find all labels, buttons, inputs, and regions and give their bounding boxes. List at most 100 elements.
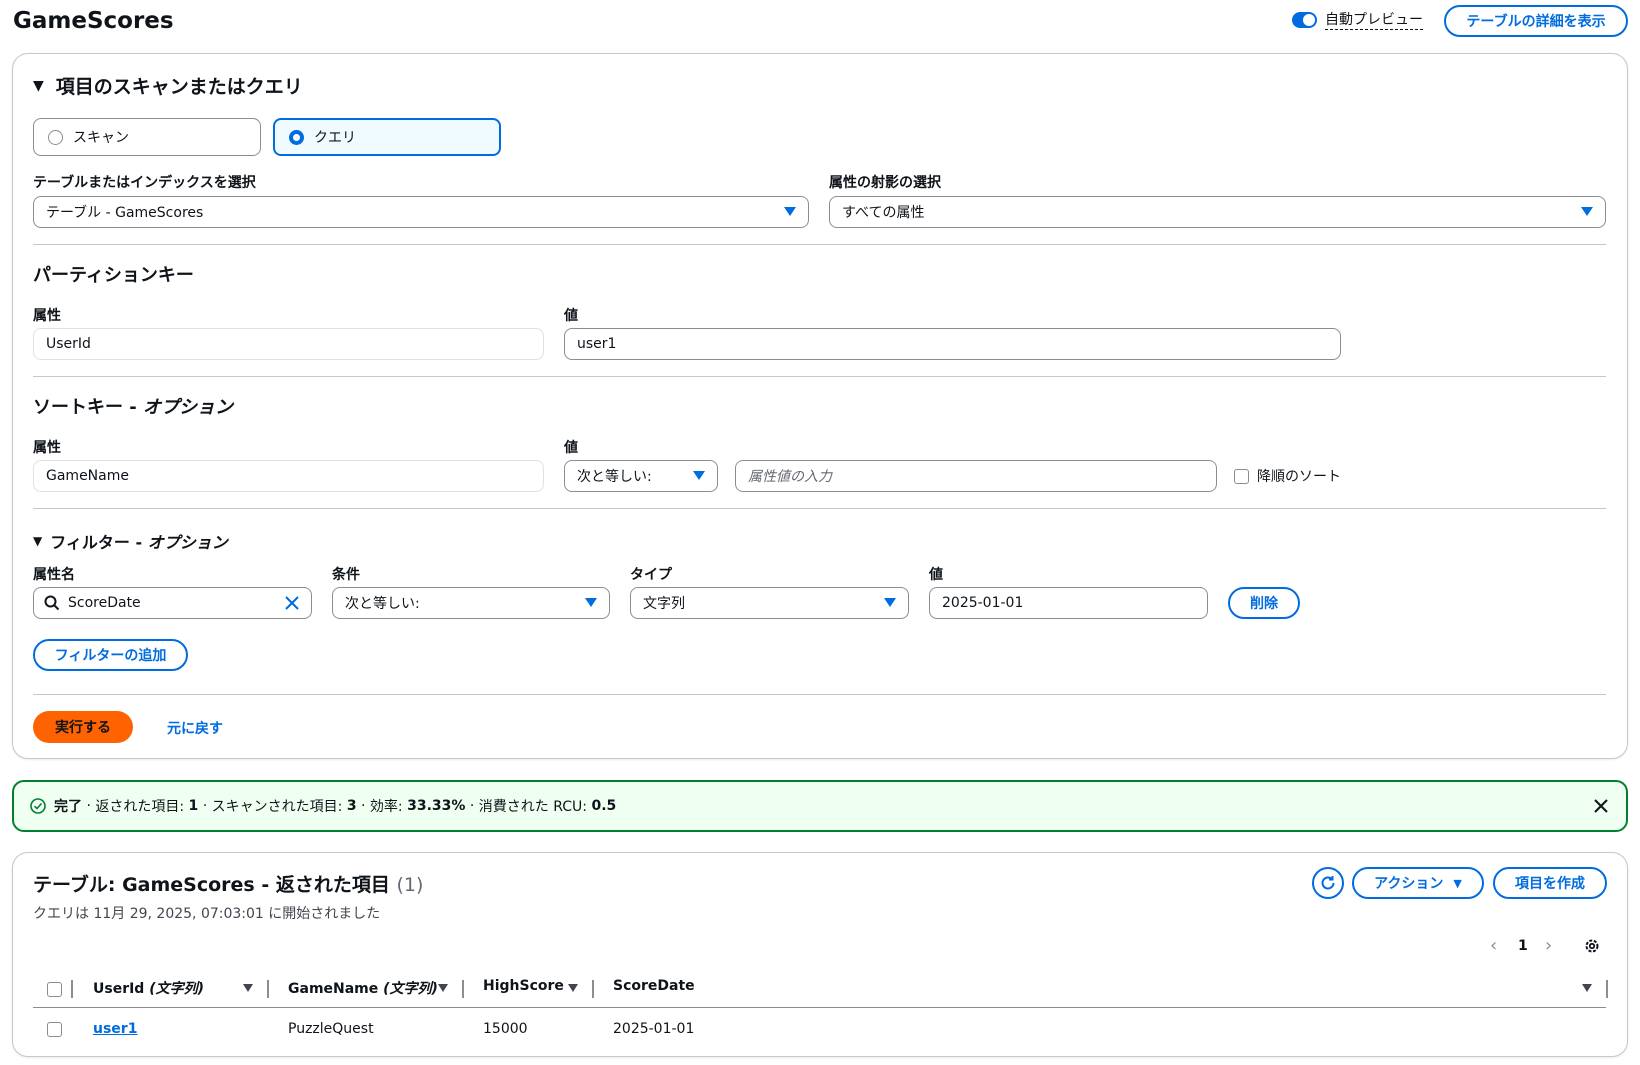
column-header-highscore[interactable]: HighScore [483,978,564,994]
delete-filter-button[interactable]: 削除 [1228,587,1300,619]
caret-down-icon [693,471,705,480]
scan-query-panel [12,53,1628,759]
panel-title: 項目のスキャンまたはクエリ [55,76,303,98]
settings-gear-icon[interactable] [1583,937,1601,955]
results-title-text: テーブル: GameScores - 返された項目 [33,874,390,896]
rcu-label: 消費された RCU: [478,799,587,815]
filter-condition-select[interactable]: 次と等しい: [332,587,610,619]
results-title: テーブル: GameScores - 返された項目 (1) [33,870,423,897]
filter-section-header[interactable]: ▼ フィルター - オプション [33,529,228,553]
rcu-value: 0.5 [591,798,617,814]
run-button[interactable]: 実行する [33,711,133,743]
column-divider [462,980,464,998]
column-divider [592,980,594,998]
caret-down-icon [784,207,796,216]
gamename-cell: PuzzleQuest [288,1021,374,1037]
scan-mode-option[interactable]: スキャン [33,118,261,156]
filter-value: 2025-01-01 [942,595,1024,611]
column-header-gamename[interactable]: GameName (文字列) [288,978,438,998]
filter-type-value: 文字列 [643,596,685,612]
success-flash: 完了 · 返された項目: 1 · スキャンされた項目: 3 · 効率: 33.3… [12,780,1628,832]
partition-key-title: パーティションキー [33,265,194,286]
userid-link[interactable]: user1 [93,1021,137,1037]
column-type: (文字列) [383,981,438,997]
efficiency-label: 効率: [369,799,403,815]
column-name: GameName [288,981,379,997]
column-header-scoredate[interactable]: ScoreDate [613,978,695,994]
reset-link[interactable]: 元に戻す [167,718,223,738]
sort-attr-label: 属性 [33,440,61,456]
prev-page-icon[interactable]: ‹ [1490,935,1497,956]
sort-value-input[interactable]: 属性値の入力 [735,460,1217,492]
filter-value-label: 値 [929,567,943,583]
descending-sort-checkbox[interactable]: 降順のソート [1234,466,1341,486]
actions-dropdown[interactable]: アクション ▼ [1352,867,1484,899]
filter-value-input[interactable]: 2025-01-01 [929,587,1208,619]
filter-attr-input[interactable]: ScoreDate [33,587,312,619]
column-name: UserId [93,981,145,997]
auto-preview-label[interactable]: 自動プレビュー [1325,11,1423,30]
optional-label: オプション [147,533,228,552]
sort-key-title: ソートキー - オプション [33,393,233,419]
caret-down-icon [585,598,597,607]
sort-icon[interactable] [568,984,578,992]
partition-attr-field: UserId [33,328,544,360]
scan-label: スキャン [73,130,129,146]
auto-preview-toggle[interactable] [1292,12,1317,28]
view-table-details-button[interactable]: テーブルの詳細を表示 [1444,5,1628,37]
filter-condition-label: 条件 [332,567,360,583]
sort-icon[interactable] [1582,984,1592,992]
column-divider [1606,980,1608,998]
table-select[interactable]: テーブル - GameScores [33,196,809,228]
column-divider [267,980,269,998]
create-item-button[interactable]: 項目を作成 [1493,867,1607,899]
divider [33,694,1606,695]
partition-value: user1 [577,336,617,352]
filter-attr-value: ScoreDate [68,595,141,611]
query-label: クエリ [314,130,356,146]
partition-attr-label: 属性 [33,308,61,324]
panel-header[interactable]: ▼ 項目のスキャンまたはクエリ [33,72,303,99]
page-title: GameScores [13,8,174,34]
partition-value-input[interactable]: user1 [564,328,1341,360]
scanned-label: スキャンされた項目: [211,799,343,815]
caret-down-icon: ▼ [33,534,43,548]
sort-condition-select[interactable]: 次と等しい: [564,460,718,492]
optional-label: オプション [143,397,234,418]
returned-label: 返された項目: [95,799,185,815]
table-select-label: テーブルまたはインデックスを選択 [33,175,256,191]
query-mode-option[interactable]: クエリ [273,118,501,156]
scoredate-cell: 2025-01-01 [613,1021,695,1037]
column-type: (文字列) [149,981,205,997]
select-all-checkbox[interactable] [47,982,62,997]
filter-title: フィルター - オプション [50,529,227,553]
add-filter-button[interactable]: フィルターの追加 [33,639,188,671]
sort-condition-value: 次と等しい: [577,469,652,485]
filter-type-label: タイプ [630,567,672,583]
table-header-divider [33,1007,1606,1008]
projection-label: 属性の射影の選択 [829,175,941,191]
efficiency-value: 33.33% [407,798,466,814]
column-header-userid[interactable]: UserId (文字列) [93,978,204,998]
sort-icon[interactable] [243,984,253,992]
sort-value-label: 値 [564,440,578,456]
page-number[interactable]: 1 [1518,938,1528,954]
actions-label: アクション [1374,876,1444,892]
refresh-button[interactable] [1312,867,1344,899]
clear-icon[interactable] [285,596,299,610]
caret-down-icon: ▼ [1453,876,1462,890]
projection-select[interactable]: すべての属性 [829,196,1606,228]
results-subtitle: クエリは 11月 29, 2025, 07:03:01 に開始されました [33,906,381,922]
sort-key-title-main: ソートキー - [33,397,144,418]
row-checkbox[interactable] [47,1022,62,1037]
table-select-value: テーブル - GameScores [46,205,204,221]
sort-icon[interactable] [438,984,448,992]
descending-sort-label: 降順のソート [1257,469,1341,485]
separator: · [356,798,370,814]
close-icon[interactable] [1594,799,1608,813]
scanned-count: 3 [346,798,357,814]
sort-attr-value: GameName [46,468,129,484]
caret-down-icon [1581,207,1593,216]
filter-type-select[interactable]: 文字列 [630,587,909,619]
next-page-icon[interactable]: › [1545,935,1552,956]
